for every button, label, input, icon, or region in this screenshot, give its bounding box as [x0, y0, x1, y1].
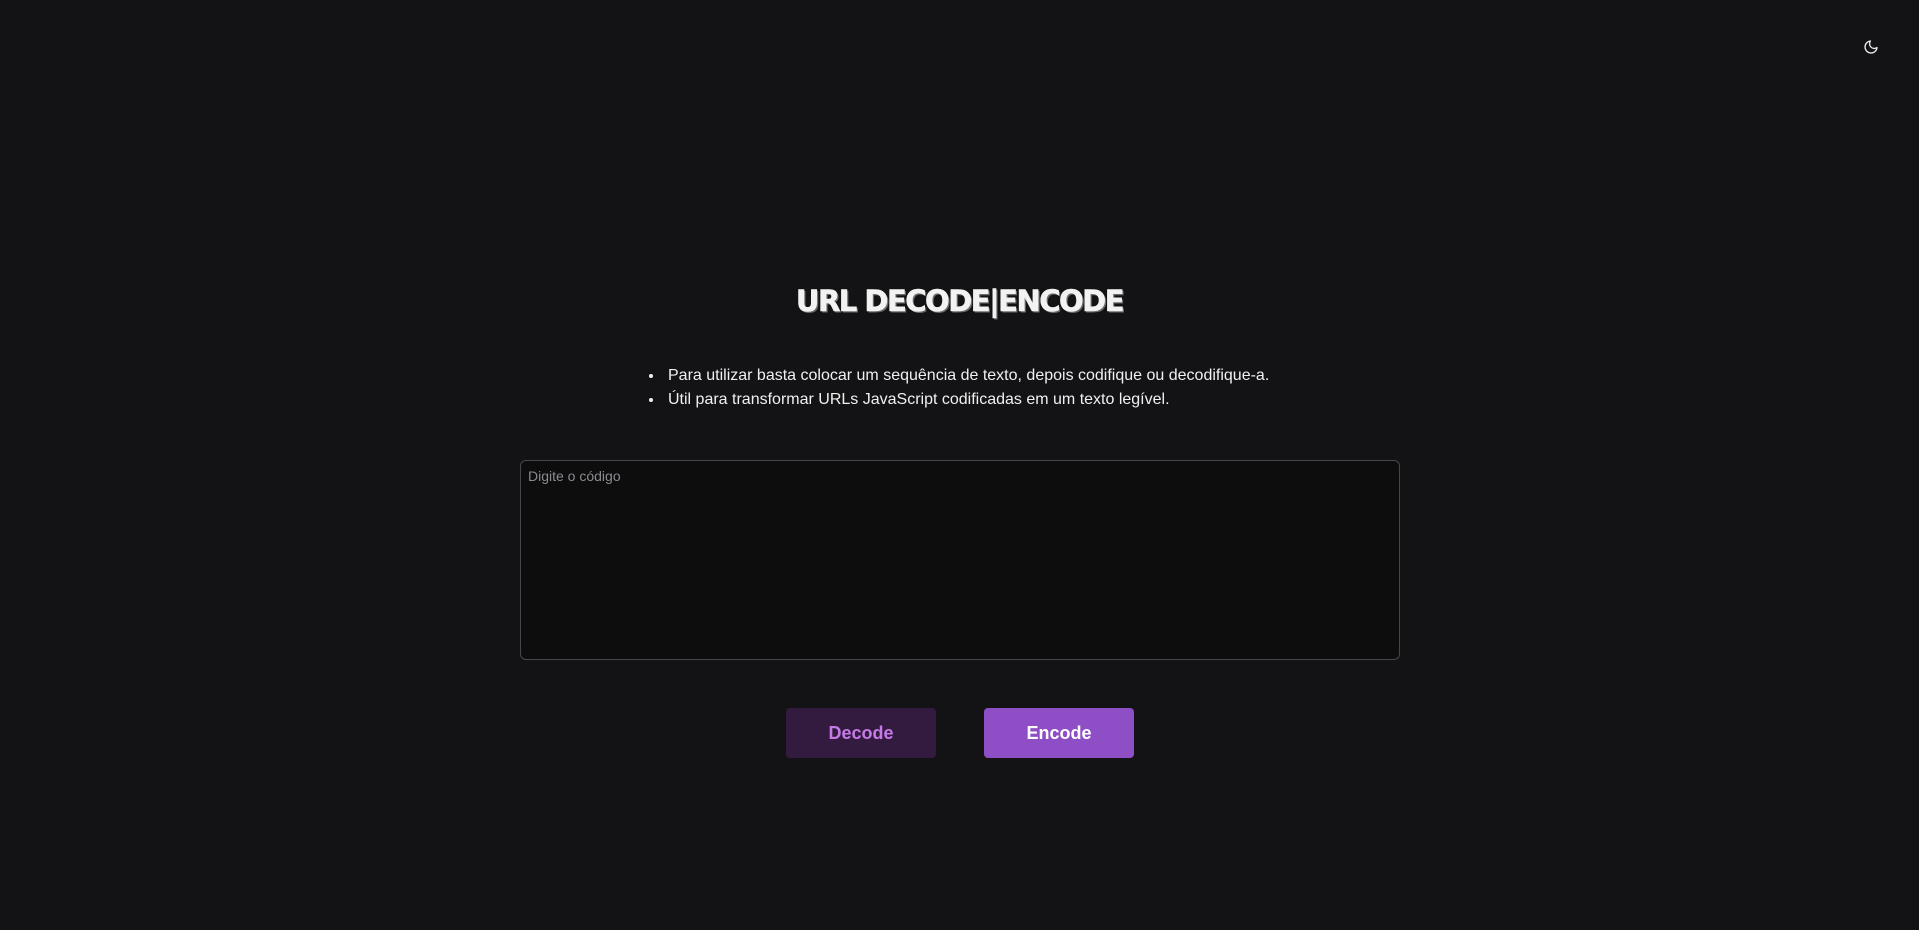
list-item: Útil para transformar URLs JavaScript co…	[664, 388, 1269, 412]
encode-button[interactable]: Encode	[984, 708, 1134, 758]
theme-toggle-button[interactable]	[1860, 36, 1882, 58]
moon-icon	[1863, 39, 1879, 55]
page-title: URL DECODE|ENCODE	[795, 284, 1125, 319]
code-input[interactable]	[520, 460, 1400, 660]
decode-button[interactable]: Decode	[786, 708, 936, 758]
instructions-list: Para utilizar basta colocar um sequência…	[646, 364, 1269, 412]
page: URL DECODE|ENCODE Para utilizar basta co…	[0, 0, 1919, 930]
list-item: Para utilizar basta colocar um sequência…	[664, 364, 1269, 388]
